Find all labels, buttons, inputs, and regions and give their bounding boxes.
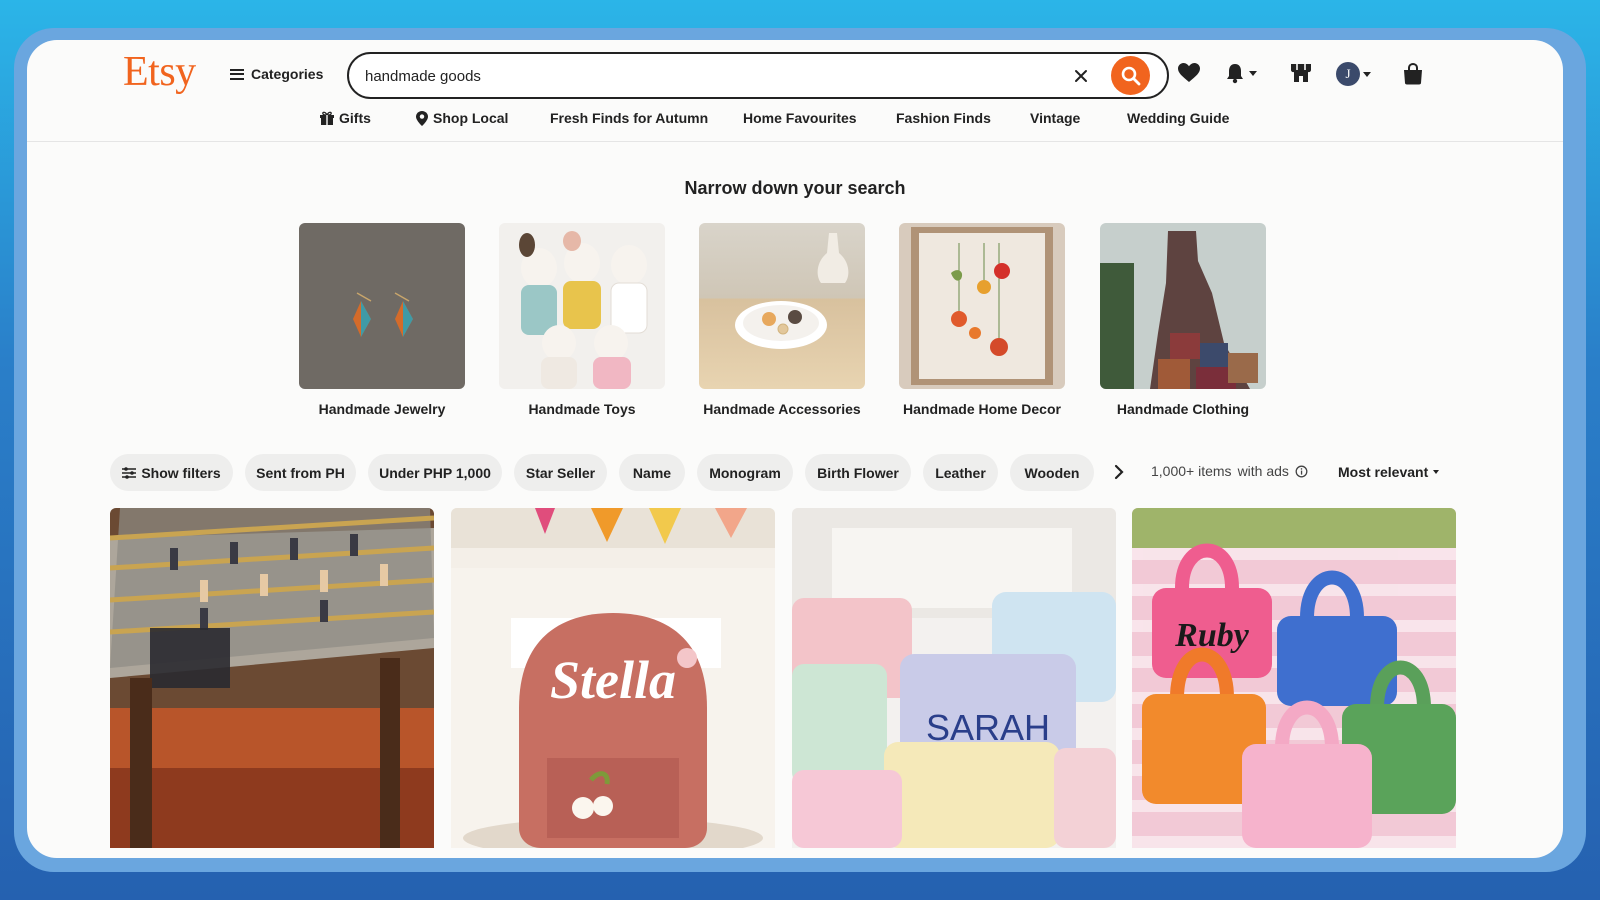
etsy-logo[interactable]: Etsy <box>123 48 196 96</box>
chips-scroll-right-button[interactable] <box>1113 464 1125 485</box>
category-image <box>899 223 1065 389</box>
category-card-home-decor[interactable]: Handmade Home Decor <box>899 223 1065 417</box>
filter-chip[interactable]: Name <box>619 454 685 491</box>
shop-manager-button[interactable] <box>1289 62 1313 84</box>
bell-icon <box>1227 64 1243 84</box>
categories-label: Categories <box>251 66 324 82</box>
filter-chip[interactable]: Star Seller <box>514 454 607 491</box>
listing-personalized-text: Ruby <box>1174 617 1250 654</box>
listing-personalized-text: SARAH <box>926 707 1050 748</box>
chevron-down-icon <box>1363 71 1371 77</box>
info-icon[interactable] <box>1295 465 1308 478</box>
listing-personalized-text: Stella <box>550 650 676 710</box>
category-image <box>499 223 665 389</box>
category-image <box>1100 223 1266 389</box>
nav-item-fresh-finds[interactable]: Fresh Finds for Autumn <box>550 110 708 126</box>
filters-icon <box>122 466 137 479</box>
category-label: Handmade Home Decor <box>903 401 1061 417</box>
listing-card-corduroy-bags[interactable]: Ruby <box>1132 508 1456 848</box>
category-nav: Gifts Shop Local Fresh Finds for Autumn … <box>27 108 1563 142</box>
search-icon <box>1121 66 1140 85</box>
nav-item-wedding-guide[interactable]: Wedding Guide <box>1127 110 1229 126</box>
nav-item-shop-local[interactable]: Shop Local <box>416 110 508 126</box>
listing-card-pouches[interactable]: SARAH <box>792 508 1116 848</box>
category-card-jewelry[interactable]: Handmade Jewelry <box>299 223 465 417</box>
search-input[interactable] <box>365 64 1045 88</box>
nav-item-home-favourites[interactable]: Home Favourites <box>743 110 857 126</box>
category-card-accessories[interactable]: Handmade Accessories <box>699 223 865 417</box>
chevron-down-icon <box>1249 70 1257 76</box>
favorites-button[interactable] <box>1177 62 1201 84</box>
avatar: J <box>1336 62 1360 86</box>
listing-card-foosball-table[interactable] <box>110 508 434 848</box>
category-label: Handmade Clothing <box>1116 401 1250 417</box>
category-label: Handmade Accessories <box>703 401 861 417</box>
category-label: Handmade Toys <box>528 401 636 417</box>
hamburger-icon <box>230 68 244 80</box>
search-bar <box>347 52 1169 99</box>
results-count: 1,000+ items with ads <box>1151 463 1308 479</box>
close-icon <box>1075 70 1087 82</box>
account-menu-button[interactable]: J <box>1336 62 1371 86</box>
nav-item-gifts[interactable]: Gifts <box>320 110 371 126</box>
cart-button[interactable] <box>1401 62 1425 86</box>
category-image <box>699 223 865 389</box>
gift-icon <box>320 111 334 125</box>
heart-icon <box>1178 63 1200 82</box>
sort-dropdown[interactable]: Most relevant <box>1338 464 1440 480</box>
category-card-toys[interactable]: Handmade Toys <box>499 223 665 417</box>
filter-chip[interactable]: Leather <box>923 454 998 491</box>
chevron-down-icon <box>1433 470 1440 474</box>
narrow-search-title: Narrow down your search <box>684 178 906 198</box>
shopping-bag-icon <box>1404 62 1422 85</box>
browser-window: Etsy Categories handmade goods J Gifts S… <box>27 40 1563 858</box>
notifications-button[interactable] <box>1224 62 1257 84</box>
filter-chip[interactable]: Monogram <box>697 454 793 491</box>
search-button[interactable] <box>1111 56 1150 95</box>
categories-menu-button[interactable]: Categories <box>230 66 323 82</box>
storefront-icon <box>1291 64 1311 82</box>
chevron-right-icon <box>1114 464 1124 480</box>
filter-chip[interactable]: Wooden <box>1010 454 1094 491</box>
nav-item-vintage[interactable]: Vintage <box>1030 110 1080 126</box>
clear-search-button[interactable] <box>1071 66 1091 86</box>
filter-chip[interactable]: Birth Flower <box>805 454 911 491</box>
category-card-clothing[interactable]: Handmade Clothing <box>1100 223 1266 417</box>
filter-chip[interactable]: Sent from PH <box>245 454 356 491</box>
nav-item-fashion-finds[interactable]: Fashion Finds <box>896 110 991 126</box>
show-filters-button[interactable]: Show filters <box>110 454 233 491</box>
listing-card-backpack[interactable]: Stella <box>451 508 775 848</box>
category-image <box>299 223 465 389</box>
location-pin-icon <box>416 110 428 126</box>
category-label: Handmade Jewelry <box>318 401 446 417</box>
filter-chip[interactable]: Under PHP 1,000 <box>368 454 502 491</box>
